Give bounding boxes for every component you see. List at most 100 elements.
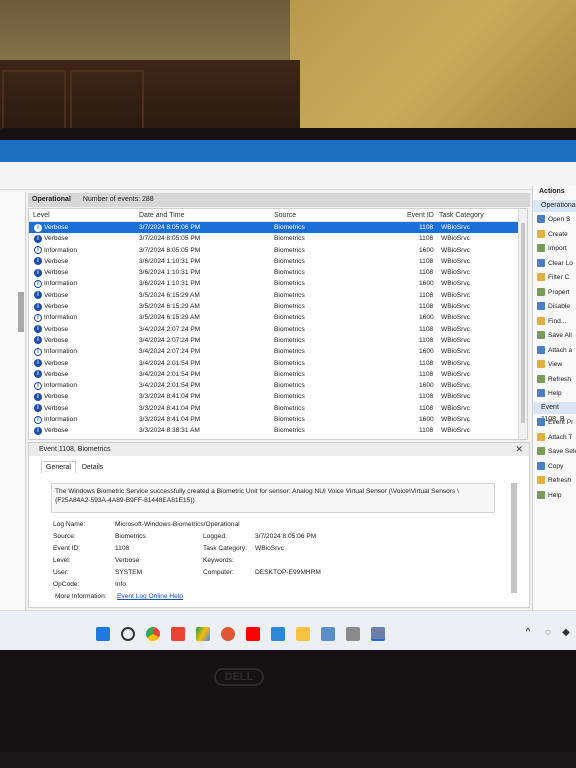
table-row[interactable]: i Verbose 3/5/2024 6:15:29 AM Biometrics 110… xyxy=(29,290,527,301)
cell-source: Biometrics xyxy=(274,280,305,288)
cell-event-id: 1108 xyxy=(419,359,434,367)
action-item[interactable]: Copy xyxy=(537,461,576,473)
column-task-category[interactable]: Task Category xyxy=(439,212,484,219)
console-tree-pane[interactable] xyxy=(0,192,26,610)
verbose-icon: i xyxy=(34,359,42,368)
action-item[interactable]: Help xyxy=(537,490,576,502)
table-row[interactable]: i Verbose 3/3/2024 8:41:04 PM Biometrics 110… xyxy=(29,391,527,402)
cell-task-category: WBioSrvc xyxy=(441,382,470,390)
value-logged: 3/7/2024 8:05:06 PM xyxy=(255,533,317,540)
cell-task-category: WBioSrvc xyxy=(441,314,470,322)
event-viewer-icon[interactable] xyxy=(371,627,385,641)
tree-scrollbar[interactable] xyxy=(18,292,24,332)
table-scrollbar[interactable] xyxy=(518,209,527,439)
table-row[interactable]: i Verbose 3/5/2024 6:15:29 AM Biometrics 110… xyxy=(29,301,527,312)
cell-date: 3/4/2024 2:01:54 PM xyxy=(139,370,201,378)
label-keywords: Keywords: xyxy=(203,557,234,564)
network-icon[interactable]: ◌ xyxy=(542,627,554,639)
column-level[interactable]: Level xyxy=(33,212,50,219)
actions-section-operational[interactable]: Operational xyxy=(533,200,576,212)
table-row[interactable]: i Verbose 3/6/2024 1:10:31 PM Biometrics 110… xyxy=(29,267,527,278)
cell-event-id: 1108 xyxy=(419,325,434,333)
verbose-icon: i xyxy=(34,302,42,311)
table-row[interactable]: i Information 3/6/2024 1:10:31 PM Biometric… xyxy=(29,278,527,289)
tab-general[interactable]: General xyxy=(41,461,76,473)
cell-task-category: WBioSrvc xyxy=(441,325,470,333)
duckduckgo-icon[interactable] xyxy=(221,627,235,641)
table-row[interactable]: i Information 3/3/2024 8:41:04 PM Biometric… xyxy=(29,414,527,425)
file-explorer-icon[interactable] xyxy=(296,627,310,641)
table-row[interactable]: i Verbose 3/4/2024 2:07:24 PM Biometrics 110… xyxy=(29,324,527,335)
cell-level: Verbose xyxy=(44,359,69,367)
table-row[interactable]: i Verbose 3/7/2024 8:05:06 PM Biometrics 110… xyxy=(29,222,527,234)
action-item[interactable]: Open S xyxy=(537,214,576,226)
table-row[interactable]: i Verbose 3/7/2024 8:05:05 PM Biometrics 110… xyxy=(29,233,527,244)
search-icon[interactable] xyxy=(121,627,135,641)
action-item[interactable]: Import xyxy=(537,243,576,255)
cell-task-category: WBioSrvc xyxy=(441,427,470,435)
column-date[interactable]: Date and Time xyxy=(139,212,185,219)
youtube-icon[interactable] xyxy=(246,627,260,641)
action-item[interactable]: View xyxy=(537,359,576,371)
table-row[interactable]: i Verbose 3/4/2024 2:01:54 PM Biometrics 110… xyxy=(29,369,527,380)
cell-event-id: 1600 xyxy=(419,416,434,424)
verbose-icon: i xyxy=(34,392,42,401)
information-icon: i xyxy=(34,313,42,322)
action-item[interactable]: Clear Lo xyxy=(537,258,576,270)
action-item[interactable]: Help xyxy=(537,388,576,400)
table-row[interactable]: i Verbose 3/3/2024 8:41:04 PM Biometrics 110… xyxy=(29,403,527,414)
column-event-id[interactable]: Event ID xyxy=(407,212,434,219)
cell-level: Information xyxy=(44,382,77,390)
action-item[interactable]: Create xyxy=(537,229,576,241)
verbose-icon: i xyxy=(34,223,42,232)
label-computer: Computer: xyxy=(203,569,234,576)
action-item[interactable]: Refresh xyxy=(537,374,576,386)
action-item[interactable]: Find... xyxy=(537,316,576,328)
action-item[interactable]: Save Sele xyxy=(537,446,576,458)
action-icon xyxy=(537,287,545,296)
cell-date: 3/3/2024 8:38:31 AM xyxy=(139,427,200,435)
actions-section-event[interactable]: Event 1108, B xyxy=(533,402,576,423)
shield-icon[interactable]: ◆ xyxy=(560,627,572,639)
event-log-help-link[interactable]: Event Log Online Help xyxy=(117,593,183,600)
action-label: Help xyxy=(548,390,562,397)
action-item[interactable]: Attach a xyxy=(537,345,576,357)
table-row[interactable]: i Information 3/7/2024 8:05:05 PM Biometric… xyxy=(29,245,527,256)
cell-level: Information xyxy=(44,314,77,322)
event-description: The Windows Biometric Service successful… xyxy=(51,483,495,513)
chevron-up-icon[interactable]: ^ xyxy=(522,627,534,639)
action-item[interactable]: Disable xyxy=(537,301,576,313)
events-table[interactable]: Level Date and Time Source Event ID Task… xyxy=(28,208,528,440)
action-item[interactable]: Propert xyxy=(537,287,576,299)
table-row[interactable]: i Verbose 3/6/2024 1:10:31 PM Biometrics 110… xyxy=(29,256,527,267)
mail-icon[interactable] xyxy=(271,627,285,641)
column-source[interactable]: Source xyxy=(274,212,296,219)
tab-details[interactable]: Details xyxy=(78,462,107,473)
action-item[interactable]: Save All xyxy=(537,330,576,342)
action-item[interactable]: Attach T xyxy=(537,432,576,444)
chrome-icon[interactable] xyxy=(146,627,160,641)
action-label: Filter C xyxy=(548,274,570,281)
google-drive-icon[interactable] xyxy=(196,627,210,641)
detail-scrollbar[interactable] xyxy=(511,483,517,593)
cabinet xyxy=(0,60,300,135)
gmail-icon[interactable] xyxy=(171,627,185,641)
action-icon xyxy=(537,418,545,427)
table-row[interactable]: i Information 3/4/2024 2:01:54 PM Biometric… xyxy=(29,380,527,391)
windows-start-icon[interactable] xyxy=(96,627,110,641)
action-item[interactable]: Event Pr xyxy=(537,417,576,429)
cell-task-category: WBioSrvc xyxy=(441,269,470,277)
table-row[interactable]: i Verbose 3/4/2024 2:07:24 PM Biometrics 110… xyxy=(29,335,527,346)
table-row[interactable]: i Information 3/4/2024 2:07:24 PM Biometric… xyxy=(29,346,527,357)
table-row[interactable]: i Information 3/5/2024 6:15:29 AM Biometric… xyxy=(29,312,527,323)
action-label: Attach T xyxy=(548,433,573,441)
action-label: Refresh xyxy=(548,375,572,383)
action-item[interactable]: Filter C xyxy=(537,272,576,284)
remote-desktop-icon[interactable] xyxy=(321,627,335,641)
close-icon[interactable]: ✕ xyxy=(515,443,523,456)
table-row[interactable]: i Verbose 3/3/2024 8:38:31 AM Biometrics 110… xyxy=(29,425,527,436)
action-item[interactable]: Refresh xyxy=(537,475,576,487)
printer-icon[interactable] xyxy=(346,627,360,641)
action-icon xyxy=(537,273,545,282)
table-row[interactable]: i Verbose 3/4/2024 2:01:54 PM Biometrics 110… xyxy=(29,358,527,369)
